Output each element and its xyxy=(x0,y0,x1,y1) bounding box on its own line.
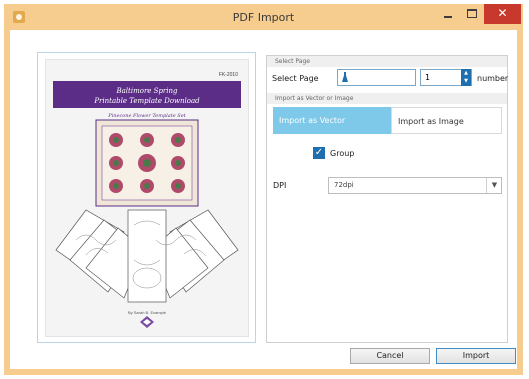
import-options-panel: Select Page Select Page 1 ▲ ▼ number Impo… xyxy=(266,55,508,343)
preview-subtitle: Pinecone Flower Template Set xyxy=(107,113,186,119)
slider-thumb[interactable] xyxy=(342,72,348,82)
import-mode-section-title: Import as Vector or Image xyxy=(267,93,507,104)
page-slider[interactable] xyxy=(337,69,416,86)
tab-import-as-vector[interactable]: Import as Vector xyxy=(273,107,391,134)
dialog-body: FK-2010 Baltimore Spring Printable Templ… xyxy=(10,30,517,369)
close-icon: ✕ xyxy=(497,6,508,20)
preview-author: By Sarah B. Example xyxy=(128,310,167,315)
minimize-button[interactable] xyxy=(436,4,460,24)
tab-import-as-image[interactable]: Import as Image xyxy=(391,107,502,134)
preview-title-line2: Printable Template Download xyxy=(93,97,200,105)
pdf-import-window: PDF Import ✕ FK-2010 Baltimore Spring Pr… xyxy=(4,4,523,375)
group-checkbox[interactable]: ✓ xyxy=(313,147,325,159)
dpi-select[interactable]: 72dpi xyxy=(328,177,502,194)
dpi-label: DPI xyxy=(273,181,287,190)
maximize-icon xyxy=(467,9,477,18)
checkmark-icon: ✓ xyxy=(314,147,324,158)
title-bar[interactable]: PDF Import ✕ xyxy=(4,4,523,30)
page-stepper[interactable]: ▲ ▼ xyxy=(461,69,471,86)
pdf-page-thumbnail: FK-2010 Baltimore Spring Printable Templ… xyxy=(46,60,248,336)
import-button[interactable]: Import xyxy=(436,348,516,364)
select-page-section-title: Select Page xyxy=(267,56,507,67)
preview-title-line1: Baltimore Spring xyxy=(115,87,178,95)
close-button[interactable]: ✕ xyxy=(484,4,521,24)
page-number-suffix: number xyxy=(477,74,509,83)
maximize-button[interactable] xyxy=(460,4,484,24)
chevron-down-icon[interactable]: ▼ xyxy=(486,178,502,193)
group-label: Group xyxy=(330,149,355,158)
cancel-button[interactable]: Cancel xyxy=(350,348,430,364)
preview-code: FK-2010 xyxy=(219,72,238,78)
page-preview: FK-2010 Baltimore Spring Printable Templ… xyxy=(45,59,249,337)
select-page-label: Select Page xyxy=(272,74,319,83)
quilt-image xyxy=(95,119,199,207)
minimize-icon xyxy=(444,16,452,18)
page-preview-panel: FK-2010 Baltimore Spring Printable Templ… xyxy=(37,52,256,343)
